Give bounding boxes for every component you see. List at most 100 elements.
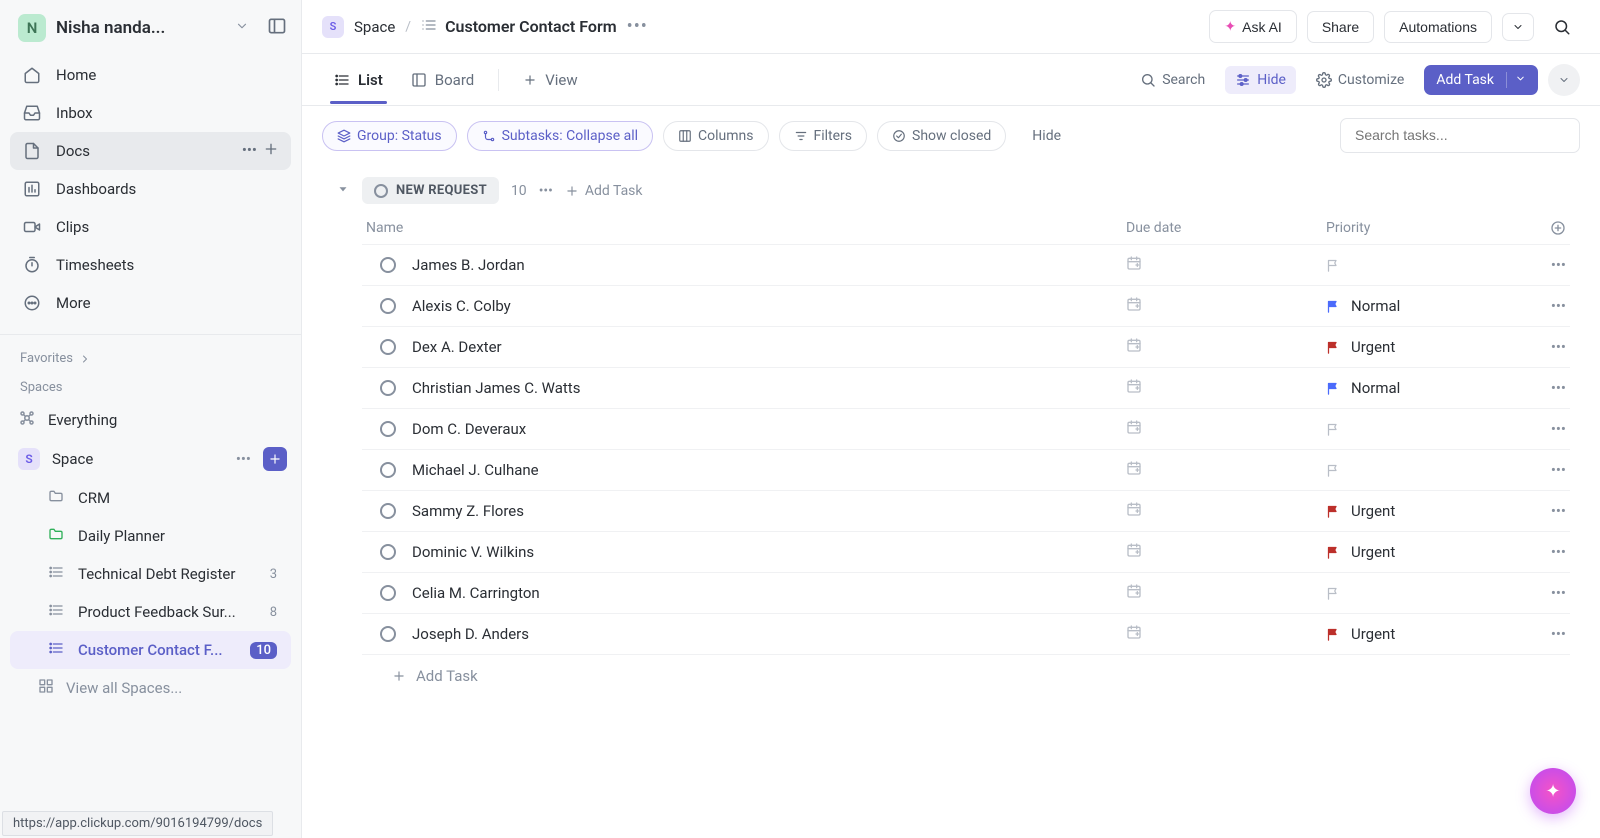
priority-cell[interactable] — [1326, 258, 1526, 273]
due-date-cell[interactable] — [1126, 460, 1326, 480]
due-date-cell[interactable] — [1126, 337, 1326, 357]
task-name[interactable]: Dex A. Dexter — [412, 338, 1126, 356]
task-name[interactable]: Joseph D. Anders — [412, 625, 1126, 643]
collapse-sidebar-icon[interactable] — [267, 16, 287, 40]
priority-cell[interactable] — [1326, 463, 1526, 478]
priority-cell[interactable]: Normal — [1326, 379, 1526, 397]
ask-ai-button[interactable]: ✦Ask AI — [1209, 10, 1296, 43]
priority-cell[interactable]: Normal — [1326, 297, 1526, 315]
task-name[interactable]: Dominic V. Wilkins — [412, 543, 1126, 561]
sidebar-list-item[interactable]: Daily Planner — [10, 517, 291, 555]
row-more-icon[interactable]: ••• — [1526, 297, 1566, 315]
status-circle-icon[interactable] — [380, 585, 396, 601]
chip-showclosed[interactable]: Show closed — [877, 121, 1006, 151]
breadcrumb-list[interactable]: Customer Contact Form — [421, 17, 617, 37]
view-tab-board[interactable]: Board — [399, 57, 486, 103]
docs-add-icon[interactable] — [263, 141, 279, 161]
priority-cell[interactable]: Urgent — [1326, 338, 1526, 356]
add-task-row[interactable]: Add Task — [362, 655, 1570, 697]
workspace-name[interactable]: Nisha nanda... — [56, 18, 225, 38]
hide-action[interactable]: Hide — [1225, 66, 1296, 94]
row-more-icon[interactable]: ••• — [1526, 379, 1566, 397]
customize-action[interactable]: Customize — [1306, 66, 1414, 94]
view-all-spaces[interactable]: View all Spaces... — [0, 669, 301, 707]
priority-cell[interactable]: Urgent — [1326, 625, 1526, 643]
space-more-icon[interactable]: ••• — [236, 450, 251, 468]
row-more-icon[interactable]: ••• — [1526, 584, 1566, 602]
row-more-icon[interactable]: ••• — [1526, 502, 1566, 520]
nav-timesheets[interactable]: Timesheets — [10, 246, 291, 284]
status-circle-icon[interactable] — [380, 339, 396, 355]
view-add[interactable]: View — [511, 57, 589, 103]
nav-inbox[interactable]: Inbox — [10, 94, 291, 132]
share-button[interactable]: Share — [1307, 11, 1374, 43]
nav-docs[interactable]: Docs ••• — [10, 132, 291, 170]
chip-columns[interactable]: Columns — [663, 121, 768, 151]
row-more-icon[interactable]: ••• — [1526, 420, 1566, 438]
task-row[interactable]: Christian James C. Watts Normal••• — [362, 368, 1570, 409]
row-more-icon[interactable]: ••• — [1526, 461, 1566, 479]
due-date-cell[interactable] — [1126, 378, 1326, 398]
row-more-icon[interactable]: ••• — [1526, 543, 1566, 561]
chip-subtasks[interactable]: Subtasks: Collapse all — [467, 121, 653, 151]
task-name[interactable]: James B. Jordan — [412, 256, 1126, 274]
task-row[interactable]: Dominic V. Wilkins Urgent••• — [362, 532, 1570, 573]
col-due[interactable]: Due date — [1126, 220, 1326, 236]
col-name[interactable]: Name — [366, 220, 1126, 236]
filters-hide[interactable]: Hide — [1022, 122, 1071, 150]
priority-cell[interactable]: Urgent — [1326, 543, 1526, 561]
row-more-icon[interactable]: ••• — [1526, 338, 1566, 356]
due-date-cell[interactable] — [1126, 255, 1326, 275]
breadcrumb-more-icon[interactable]: ••• — [627, 16, 648, 37]
due-date-cell[interactable] — [1126, 583, 1326, 603]
status-circle-icon[interactable] — [380, 462, 396, 478]
group-more-icon[interactable]: ••• — [539, 183, 553, 199]
status-circle-icon[interactable] — [380, 257, 396, 273]
status-circle-icon[interactable] — [380, 626, 396, 642]
quick-action-fab[interactable]: ✦ — [1530, 768, 1576, 814]
due-date-cell[interactable] — [1126, 296, 1326, 316]
sidebar-list-item[interactable]: Customer Contact F...10 — [10, 631, 291, 669]
search-action[interactable]: Search — [1130, 66, 1215, 94]
everything-item[interactable]: Everything — [0, 401, 301, 439]
sidebar-list-item[interactable]: Product Feedback Sur...8 — [10, 593, 291, 631]
caret-down-icon[interactable] — [336, 182, 350, 200]
breadcrumb-space-badge[interactable]: S — [322, 16, 344, 38]
search-input[interactable] — [1355, 127, 1565, 143]
add-task-dropdown-icon[interactable] — [1506, 72, 1526, 88]
space-item[interactable]: S Space ••• — [0, 439, 301, 479]
automations-dropdown[interactable] — [1502, 13, 1534, 41]
task-name[interactable]: Christian James C. Watts — [412, 379, 1126, 397]
status-circle-icon[interactable] — [380, 503, 396, 519]
due-date-cell[interactable] — [1126, 624, 1326, 644]
col-add[interactable] — [1526, 220, 1566, 236]
status-circle-icon[interactable] — [380, 380, 396, 396]
priority-cell[interactable] — [1326, 586, 1526, 601]
favorites-section[interactable]: Favorites — [0, 343, 301, 372]
task-row[interactable]: James B. Jordan••• — [362, 245, 1570, 286]
priority-cell[interactable]: Urgent — [1326, 502, 1526, 520]
nav-clips[interactable]: Clips — [10, 208, 291, 246]
task-name[interactable]: Celia M. Carrington — [412, 584, 1126, 602]
automations-button[interactable]: Automations — [1384, 11, 1492, 43]
due-date-cell[interactable] — [1126, 542, 1326, 562]
task-row[interactable]: Celia M. Carrington ••• — [362, 573, 1570, 614]
due-date-cell[interactable] — [1126, 501, 1326, 521]
chevron-down-icon[interactable] — [235, 19, 249, 37]
sidebar-list-item[interactable]: Technical Debt Register3 — [10, 555, 291, 593]
search-button[interactable] — [1544, 11, 1580, 43]
row-more-icon[interactable]: ••• — [1526, 625, 1566, 643]
add-task-button[interactable]: Add Task — [1424, 65, 1538, 95]
col-priority[interactable]: Priority — [1326, 220, 1526, 236]
docs-more-icon[interactable]: ••• — [242, 141, 257, 161]
nav-home[interactable]: Home — [10, 56, 291, 94]
space-add-button[interactable] — [263, 447, 287, 471]
task-name[interactable]: Alexis C. Colby — [412, 297, 1126, 315]
breadcrumb-space[interactable]: Space — [354, 18, 395, 36]
priority-cell[interactable] — [1326, 422, 1526, 437]
chip-group[interactable]: Group: Status — [322, 121, 457, 151]
task-row[interactable]: Alexis C. Colby Normal••• — [362, 286, 1570, 327]
nav-more[interactable]: More — [10, 284, 291, 322]
search-tasks[interactable] — [1340, 118, 1580, 153]
workspace-avatar[interactable]: N — [18, 14, 46, 42]
